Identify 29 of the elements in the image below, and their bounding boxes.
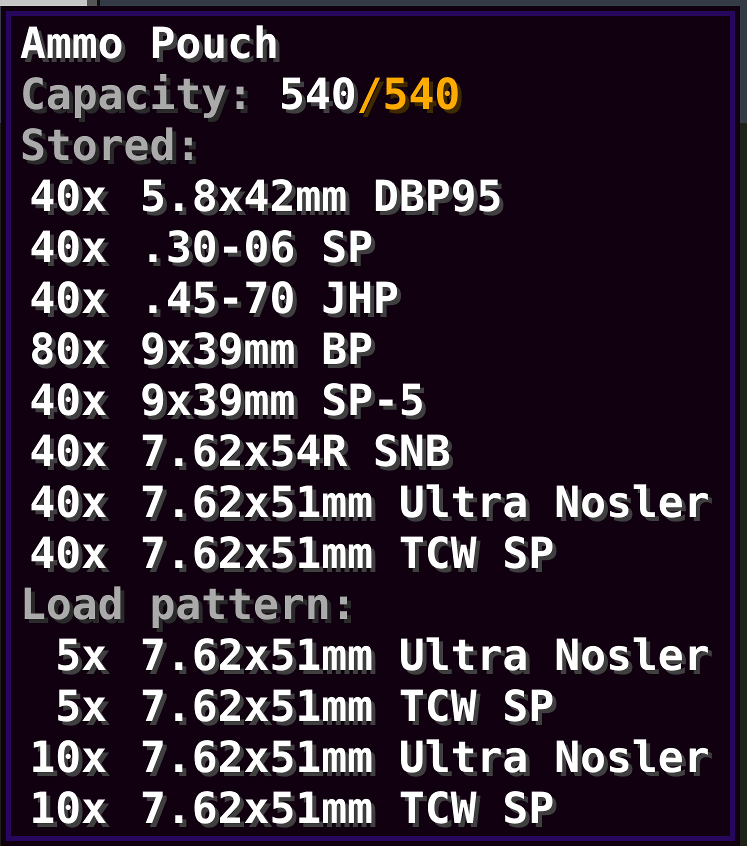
ammo-count: 40x xyxy=(28,529,107,580)
ammo-count: 5x xyxy=(54,631,107,682)
ammo-count: 40x xyxy=(28,427,107,478)
ammo-name: 9x39mm BP xyxy=(140,325,373,376)
ammo-name: 7.62x51mm Ultra Nosler xyxy=(140,478,710,529)
ammo-count: 40x xyxy=(28,478,107,529)
ammo-count: 80x xyxy=(28,325,107,376)
ammo-name: 5.8x42mm DBP95 xyxy=(140,172,502,223)
capacity-label: Capacity: xyxy=(20,70,253,121)
ammo-count: 40x xyxy=(28,172,107,223)
ammo-count: 40x xyxy=(28,274,107,325)
ammo-name: .30-06 SP xyxy=(140,223,373,274)
ammo-name: 7.62x51mm Ultra Nosler xyxy=(140,733,710,784)
ammo-name: .45-70 JHP xyxy=(140,274,399,325)
ammo-name: 7.62x51mm TCW SP xyxy=(140,784,554,835)
ammo-name: 7.62x51mm Ultra Nosler xyxy=(140,631,710,682)
tooltip-title: Ammo Pouch xyxy=(20,19,279,70)
ammo-count: 5x xyxy=(54,682,107,733)
stored-heading: Stored: xyxy=(20,121,202,172)
capacity-value: 540/540 xyxy=(279,70,460,121)
ammo-name: 7.62x51mm TCW SP xyxy=(140,529,554,580)
ammo-count: 10x xyxy=(28,733,107,784)
load-pattern-heading: Load pattern: xyxy=(20,580,357,631)
ammo-count: 40x xyxy=(28,376,107,427)
ammo-count: 40x xyxy=(28,223,107,274)
ammo-count: 10x xyxy=(28,784,107,835)
ammo-name: 9x39mm SP-5 xyxy=(140,376,425,427)
ammo-name: 7.62x51mm TCW SP xyxy=(140,682,554,733)
ammo-name: 7.62x54R SNB xyxy=(140,427,451,478)
